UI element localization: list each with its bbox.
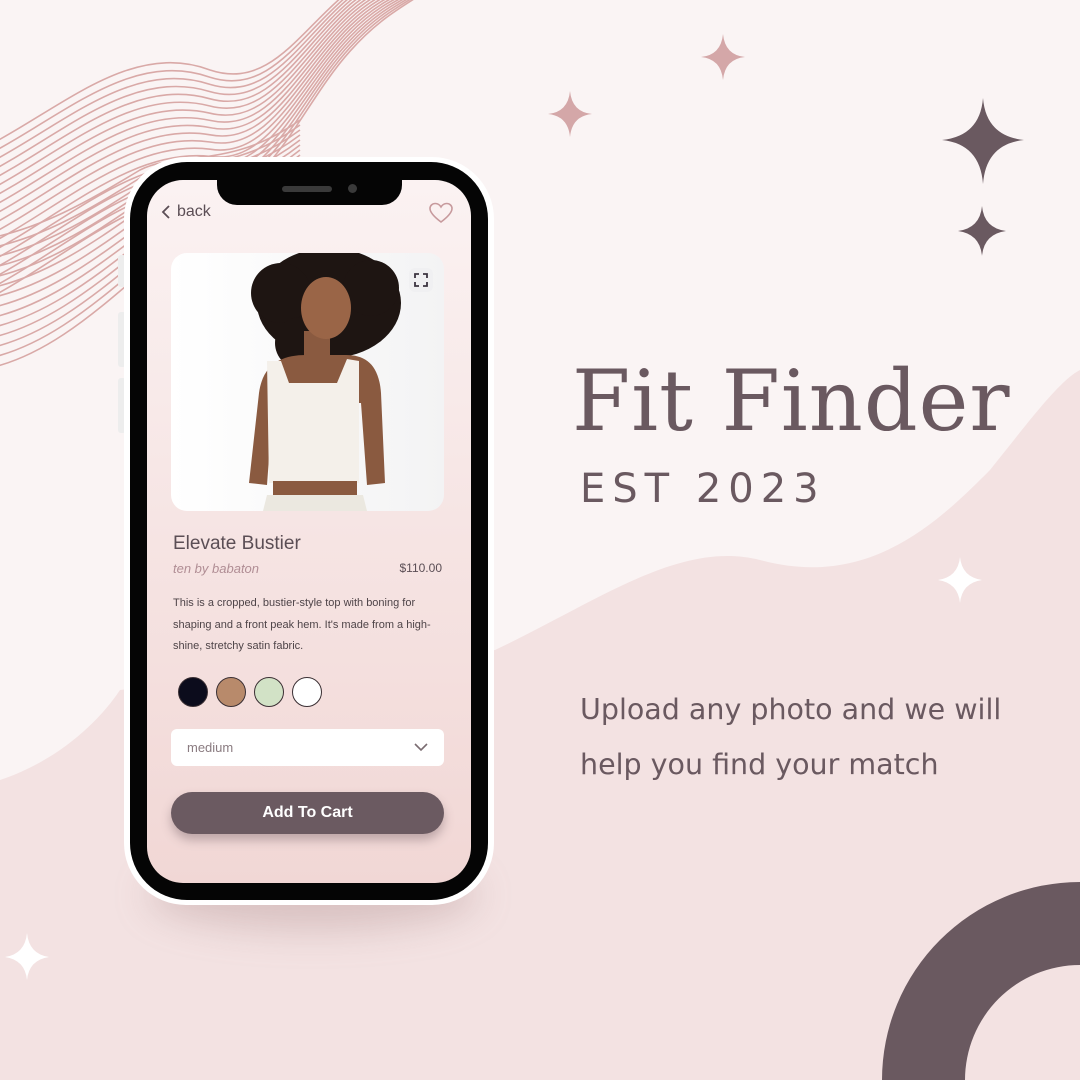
product-photo <box>249 253 401 511</box>
sparkle-icon <box>701 34 745 80</box>
size-select[interactable]: medium <box>171 729 444 766</box>
sparkle-icon <box>942 98 1024 184</box>
sparkle-icon <box>958 206 1006 256</box>
sparkle-icon <box>548 91 592 137</box>
color-swatches <box>178 677 322 707</box>
product-brand[interactable]: ten by babaton <box>173 561 259 576</box>
phone-screen: back Elevate Bustier ten by babaton $110… <box>147 180 471 883</box>
front-camera <box>348 184 357 193</box>
product-description: This is a cropped, bustier-style top wit… <box>173 597 431 652</box>
speaker-grill <box>282 186 332 192</box>
back-label: back <box>177 203 211 220</box>
color-swatch-sage[interactable] <box>254 677 284 707</box>
add-to-cart-button[interactable]: Add To Cart <box>171 792 444 834</box>
brand-tagline: Upload any photo and we will help you fi… <box>580 693 1002 781</box>
heart-icon[interactable] <box>429 202 453 224</box>
phone-notch <box>217 180 402 205</box>
chevron-down-icon <box>414 743 428 752</box>
expand-icon[interactable] <box>409 268 433 292</box>
product-name: Elevate Bustier <box>173 533 301 554</box>
wave-line <box>0 0 349 159</box>
color-swatch-black[interactable] <box>178 677 208 707</box>
product-price: $110.00 <box>399 561 443 575</box>
chevron-left-icon <box>161 205 170 219</box>
product-image[interactable] <box>171 253 444 511</box>
brand-subtitle: EST 2023 <box>580 466 826 512</box>
back-button[interactable]: back <box>161 203 211 221</box>
color-swatch-tan[interactable] <box>216 677 246 707</box>
brand-title: Fit Finder <box>572 352 1011 450</box>
color-swatch-white[interactable] <box>292 677 322 707</box>
size-select-value: medium <box>187 740 234 755</box>
